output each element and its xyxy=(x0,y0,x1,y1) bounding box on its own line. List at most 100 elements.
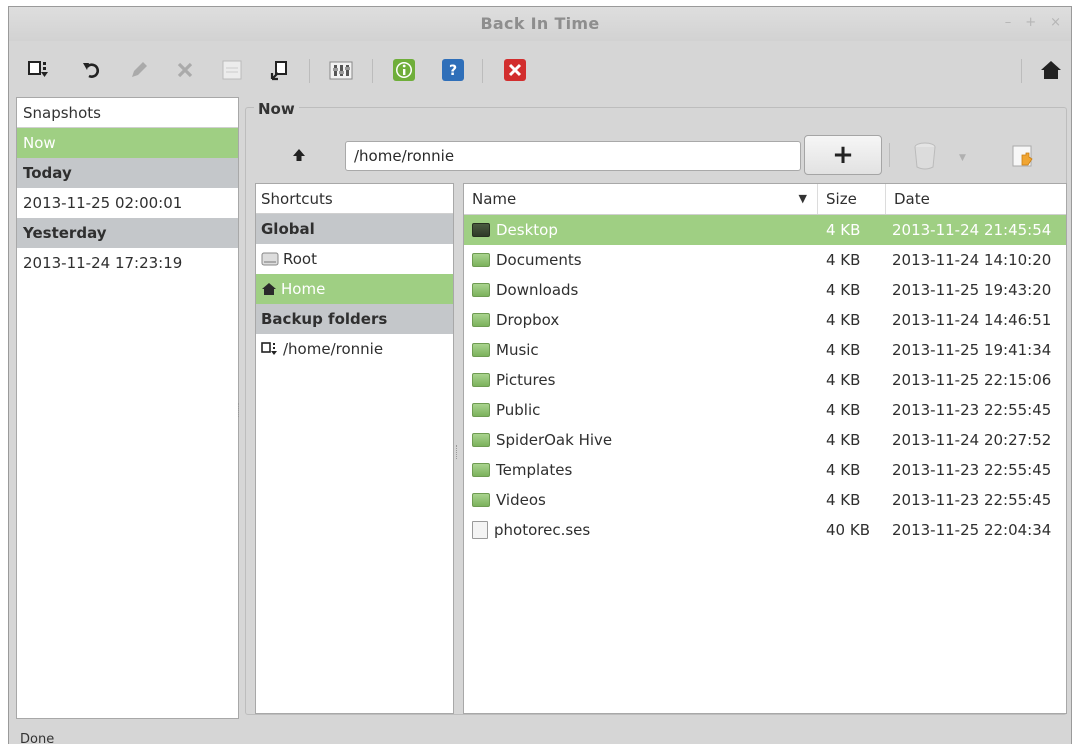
arrow-up-icon xyxy=(293,149,305,161)
file-row[interactable]: Desktop 4 KB 2013-11-24 21:45:54 xyxy=(464,215,1066,245)
maximize-button[interactable]: + xyxy=(1025,15,1036,30)
close-button[interactable]: × xyxy=(1050,15,1061,30)
file-row[interactable]: photorec.ses 40 KB 2013-11-25 22:04:34 xyxy=(464,515,1066,545)
file-size: 4 KB xyxy=(826,461,861,479)
file-size: 4 KB xyxy=(826,431,861,449)
file-size: 4 KB xyxy=(826,281,861,299)
file-size: 4 KB xyxy=(826,311,861,329)
open-file-icon[interactable] xyxy=(1011,143,1037,169)
shortcuts-group-global: Global xyxy=(256,214,453,244)
file-name: Music xyxy=(496,341,539,359)
settings-icon[interactable] xyxy=(327,56,355,84)
shortcuts-panel: Shortcuts Global Root Home Backup folder… xyxy=(255,183,454,714)
up-folder-button[interactable] xyxy=(291,147,307,167)
shortcut-home[interactable]: Home xyxy=(256,274,453,304)
file-name-cell: Downloads xyxy=(464,281,818,299)
file-name: Documents xyxy=(496,251,582,269)
refresh-icon[interactable] xyxy=(78,56,106,84)
file-date: 2013-11-25 22:04:34 xyxy=(892,521,1052,539)
file-name: Pictures xyxy=(496,371,556,389)
restore-icon[interactable] xyxy=(265,56,293,84)
edit-snapshot-icon[interactable] xyxy=(125,56,153,84)
snapshot-name-icon[interactable] xyxy=(218,56,246,84)
file-row[interactable]: Public 4 KB 2013-11-23 22:55:45 xyxy=(464,395,1066,425)
file-row[interactable]: Documents 4 KB 2013-11-24 14:10:20 xyxy=(464,245,1066,275)
frame-label: Now xyxy=(254,100,299,118)
file-row[interactable]: Music 4 KB 2013-11-25 19:41:34 xyxy=(464,335,1066,365)
drive-icon xyxy=(261,252,279,266)
splitter-handle[interactable] xyxy=(238,403,241,417)
backup-folder-icon xyxy=(261,342,277,355)
minimize-button[interactable]: – xyxy=(1005,15,1012,30)
file-date: 2013-11-23 22:55:45 xyxy=(892,401,1052,419)
file-name: Desktop xyxy=(496,221,558,239)
file-name: Dropbox xyxy=(496,311,560,329)
file-row[interactable]: Dropbox 4 KB 2013-11-24 14:46:51 xyxy=(464,305,1066,335)
add-button[interactable]: + xyxy=(804,135,882,175)
file-size: 4 KB xyxy=(826,251,861,269)
file-row[interactable]: Templates 4 KB 2013-11-23 22:55:45 xyxy=(464,455,1066,485)
home-icon[interactable] xyxy=(1037,56,1065,84)
file-name-cell: Templates xyxy=(464,461,818,479)
snapshots-list: Snapshots Now Today 2013-11-25 02:00:01 … xyxy=(16,97,239,719)
snapshots-header[interactable]: Snapshots xyxy=(17,98,238,128)
folder-icon xyxy=(472,343,490,357)
file-date: 2013-11-25 22:15:06 xyxy=(892,371,1052,389)
file-list-header: Name ▼ Size Date xyxy=(464,184,1066,215)
file-row[interactable]: SpiderOak Hive 4 KB 2013-11-24 20:27:52 xyxy=(464,425,1066,455)
file-size: 4 KB xyxy=(826,401,861,419)
shortcut-label: /home/ronnie xyxy=(283,340,384,358)
file-rows: Desktop 4 KB 2013-11-24 21:45:54 Documents 4… xyxy=(464,215,1066,545)
folder-icon xyxy=(472,253,490,267)
file-name-cell: Dropbox xyxy=(464,311,818,329)
folder-icon xyxy=(472,403,490,417)
shortcut-label: Root xyxy=(283,250,317,268)
column-date[interactable]: Date xyxy=(886,184,1066,214)
file-date: 2013-11-23 22:55:45 xyxy=(892,461,1052,479)
folder-icon xyxy=(472,313,490,327)
svg-text:?: ? xyxy=(449,63,457,79)
file-name: SpiderOak Hive xyxy=(496,431,613,449)
splitter-handle[interactable] xyxy=(456,445,459,459)
folder-icon xyxy=(472,463,490,477)
file-size: 40 KB xyxy=(826,521,870,539)
remove-snapshot-icon[interactable] xyxy=(171,56,199,84)
snapshot-now[interactable]: Now xyxy=(17,128,238,158)
snapshot-item[interactable]: 2013-11-24 17:23:19 xyxy=(17,248,238,278)
folder-icon xyxy=(472,223,490,237)
snapshot-item[interactable]: 2013-11-25 02:00:01 xyxy=(17,188,238,218)
file-row[interactable]: Pictures 4 KB 2013-11-25 22:15:06 xyxy=(464,365,1066,395)
exit-icon[interactable] xyxy=(501,56,529,84)
file-row[interactable]: Videos 4 KB 2013-11-23 22:55:45 xyxy=(464,485,1066,515)
app-window: Back In Time – + × ? Snapshots Now Today… xyxy=(8,6,1072,744)
column-name[interactable]: Name ▼ xyxy=(464,184,818,214)
file-icon xyxy=(472,521,488,539)
file-date: 2013-11-24 20:27:52 xyxy=(892,431,1052,449)
file-size: 4 KB xyxy=(826,491,861,509)
shortcut-root[interactable]: Root xyxy=(256,244,453,274)
restore-menu-icon[interactable] xyxy=(912,141,938,171)
file-name: Downloads xyxy=(496,281,579,299)
file-date: 2013-11-23 22:55:45 xyxy=(892,491,1052,509)
file-name: Public xyxy=(496,401,541,419)
column-size[interactable]: Size xyxy=(818,184,886,214)
help-icon[interactable]: ? xyxy=(439,56,467,84)
file-name-cell: Public xyxy=(464,401,818,419)
shortcuts-group-backup: Backup folders xyxy=(256,304,453,334)
file-list: Name ▼ Size Date Desktop 4 KB 2013-11-24 21… xyxy=(463,183,1067,714)
take-snapshot-icon[interactable] xyxy=(25,56,53,84)
file-name-cell: photorec.ses xyxy=(464,521,818,539)
shortcut-backup-folder[interactable]: /home/ronnie xyxy=(256,334,453,364)
folder-icon xyxy=(472,283,490,297)
path-input[interactable] xyxy=(345,141,801,171)
snapshot-group-yesterday: Yesterday xyxy=(17,218,238,248)
home-icon xyxy=(262,283,276,295)
file-name-cell: Documents xyxy=(464,251,818,269)
shortcuts-header[interactable]: Shortcuts xyxy=(256,184,453,214)
dropdown-arrow-icon[interactable]: ▼ xyxy=(959,153,966,163)
status-text: Done xyxy=(20,732,55,744)
info-icon[interactable] xyxy=(390,56,418,84)
status-bar: Done xyxy=(9,721,1071,744)
file-row[interactable]: Downloads 4 KB 2013-11-25 19:43:20 xyxy=(464,275,1066,305)
window-title: Back In Time xyxy=(480,14,600,33)
